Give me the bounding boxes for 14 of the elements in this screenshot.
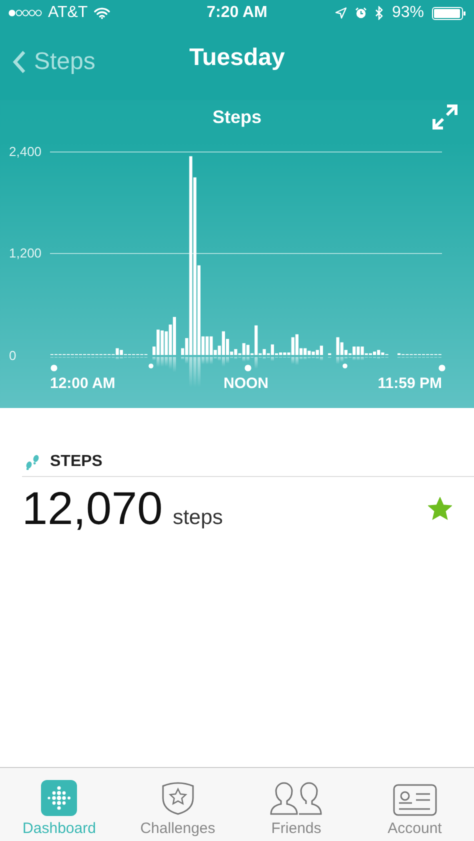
y-axis-label: 0 <box>9 348 16 363</box>
carrier-name: AT&T <box>48 4 88 22</box>
y-axis-label: 1,200 <box>9 246 42 260</box>
x-axis-label: 12:00 AM <box>50 375 116 392</box>
chart-title: Steps <box>212 107 262 128</box>
x-axis-label: NOON <box>224 375 268 392</box>
step-count: 12,070 <box>22 481 163 535</box>
page-title: Tuesday <box>189 44 285 72</box>
unit-label: steps <box>172 506 223 530</box>
y-axis-label: 2,400 <box>9 144 42 159</box>
battery-percent: 93% <box>392 4 424 22</box>
x-axis-label: 11:59 PM <box>378 375 442 392</box>
clock-time: 7:20 AM <box>206 4 268 22</box>
section-heading: STEPS <box>50 453 102 471</box>
